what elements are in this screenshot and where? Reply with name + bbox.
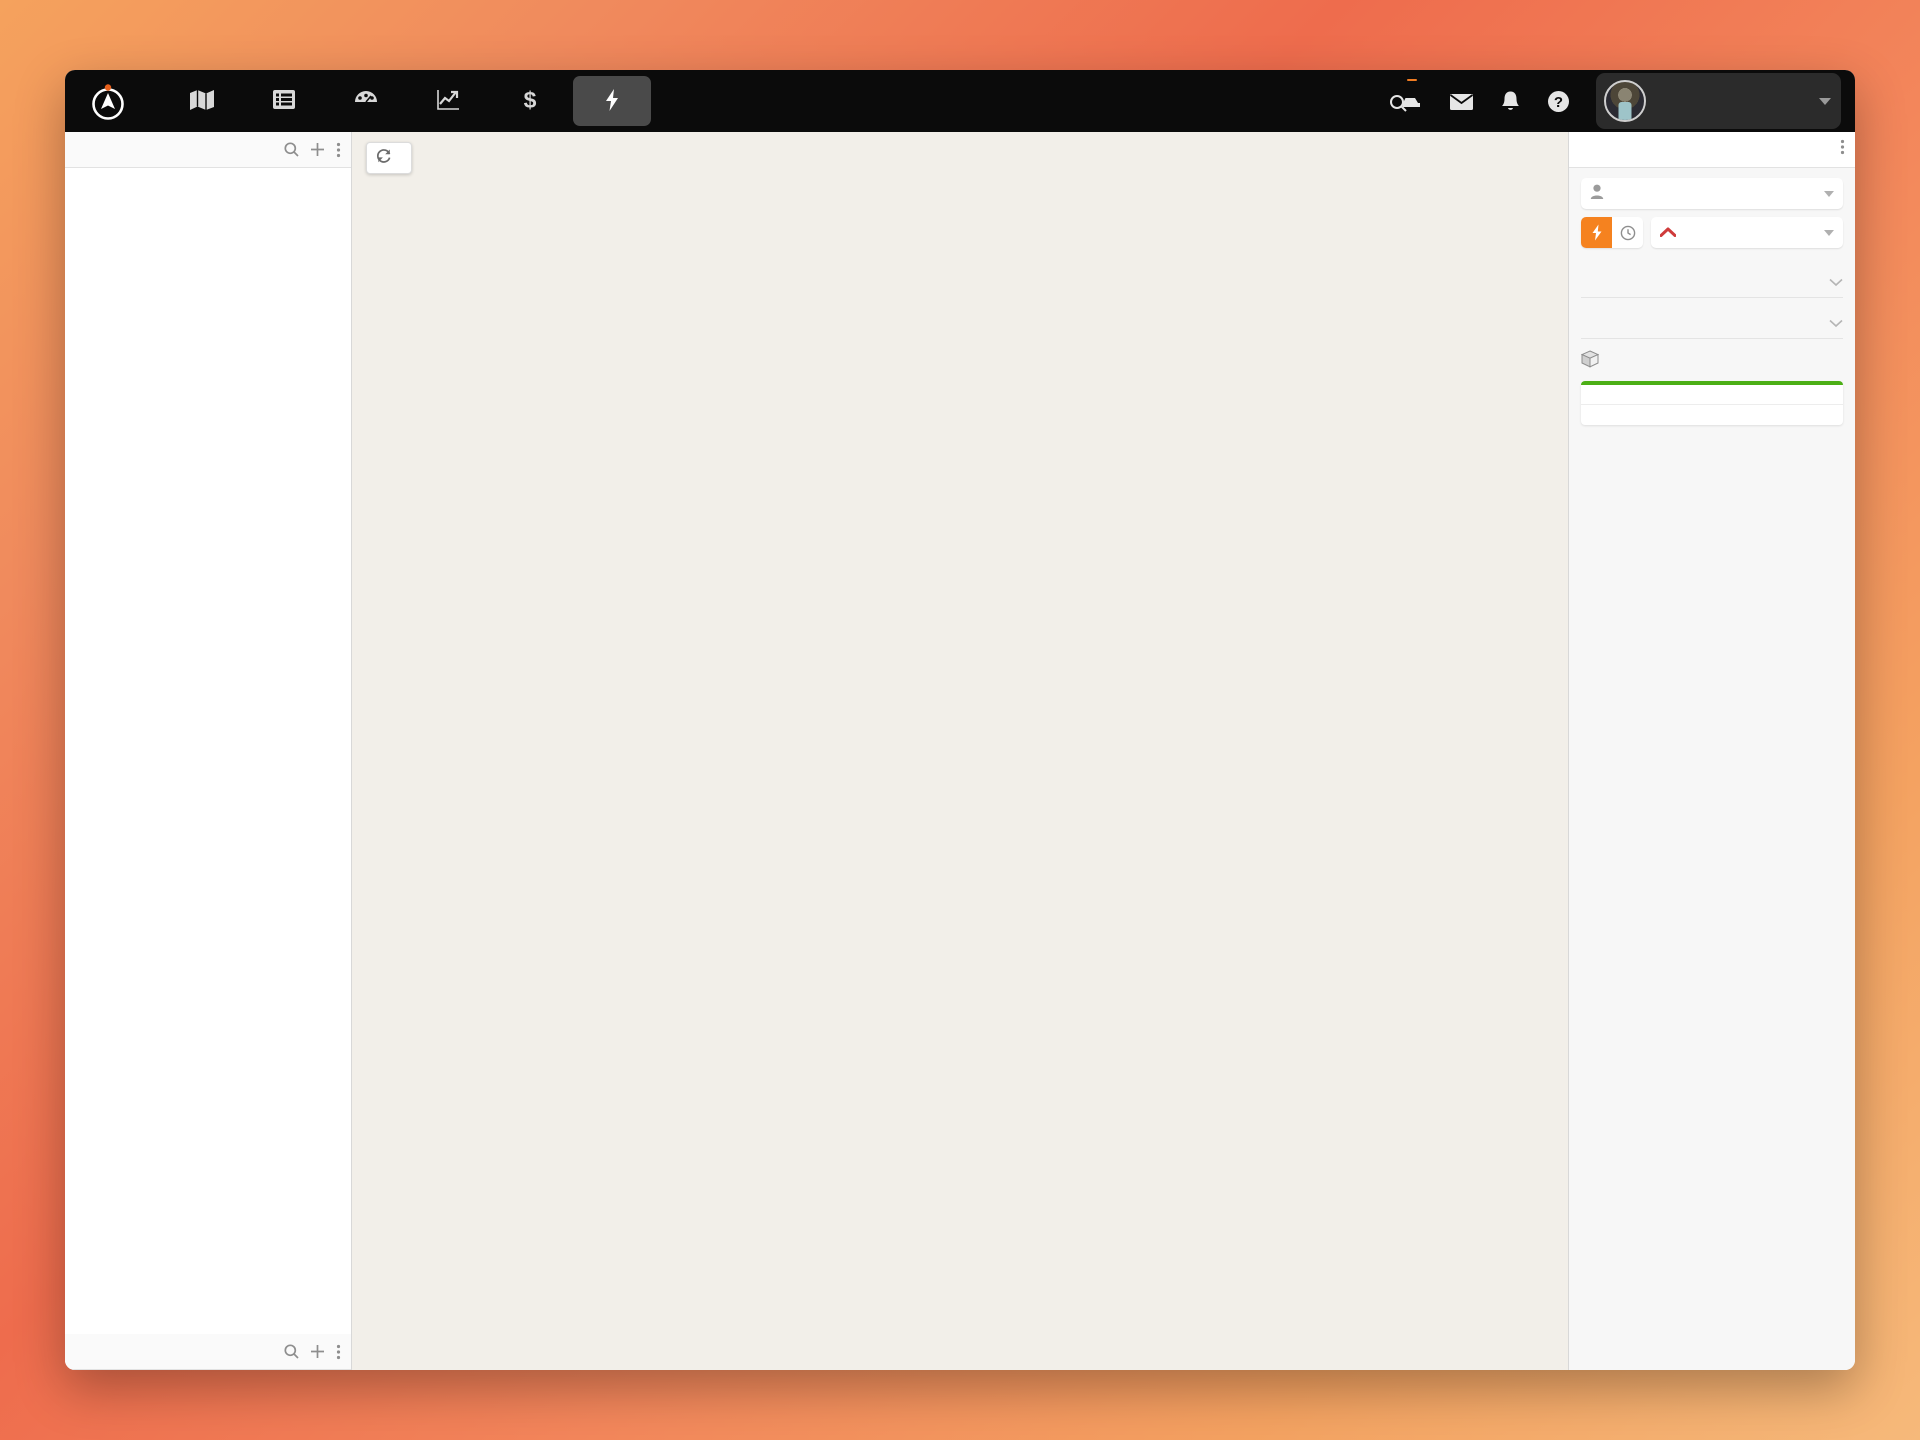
nav-item-mifleet[interactable]: $ [491, 76, 569, 126]
drivers-panel-header [65, 1334, 351, 1370]
nav-right-group: ? [1389, 70, 1855, 132]
chevron-down-icon[interactable] [1829, 274, 1843, 292]
mode-and-priority-row [1581, 217, 1843, 248]
item-group-header [1580, 350, 1843, 373]
chevron-down-icon[interactable] [1824, 190, 1834, 197]
dollar-icon: $ [521, 88, 539, 112]
nav-item-dashboard[interactable] [327, 76, 405, 126]
list-icon [272, 88, 296, 112]
item-card-top [1581, 385, 1843, 405]
jobs-panel-header [65, 132, 351, 168]
person-icon [1590, 184, 1604, 204]
detail-body [1569, 168, 1855, 1370]
mode-toggle-group [1581, 217, 1643, 248]
job-detail-panel [1568, 132, 1855, 1370]
nav-item-reports[interactable] [409, 76, 487, 126]
jobs-search-icon[interactable] [284, 142, 299, 157]
priority-up-icon [1659, 224, 1677, 242]
dashboard-icon [353, 88, 379, 112]
items-section-header[interactable] [1581, 315, 1843, 339]
refresh-button[interactable] [366, 142, 412, 174]
package-icon [1580, 350, 1600, 373]
notification-badge [1407, 79, 1417, 81]
jobs-more-icon[interactable] [336, 142, 341, 158]
drivers-more-icon[interactable] [336, 1344, 341, 1360]
app-window: $ ? [65, 70, 1855, 1370]
bell-icon[interactable] [1500, 90, 1521, 113]
nav-item-map[interactable] [163, 76, 241, 126]
driver-select[interactable] [1581, 178, 1843, 209]
mode-clock-button[interactable] [1612, 217, 1643, 248]
chevron-down-icon[interactable] [1819, 97, 1831, 105]
detail-more-icon[interactable] [1840, 139, 1845, 160]
brand-logo[interactable] [65, 70, 153, 132]
main-body [65, 132, 1855, 1370]
vehicle-search-icon[interactable] [1389, 79, 1423, 112]
reports-icon [436, 88, 460, 112]
mail-icon[interactable] [1449, 92, 1474, 111]
avatar [1604, 80, 1646, 122]
user-account-chip[interactable] [1596, 73, 1841, 129]
map-canvas [352, 132, 1568, 1370]
svg-text:$: $ [524, 88, 537, 112]
drivers-add-icon[interactable] [310, 1344, 325, 1359]
jobs-list[interactable] [65, 168, 351, 1334]
left-panel [65, 132, 352, 1370]
jobs-add-icon[interactable] [310, 142, 325, 157]
item-card-checks [1581, 405, 1843, 425]
cartrack-logo-icon [89, 82, 127, 120]
chevron-down-icon[interactable] [1829, 315, 1843, 333]
map-view[interactable] [352, 132, 1568, 1370]
map-icon [189, 88, 215, 112]
refresh-icon [376, 148, 392, 168]
detail-header [1569, 132, 1855, 168]
svg-text:?: ? [1554, 94, 1563, 111]
nav-item-delivery[interactable] [573, 76, 651, 126]
mode-bolt-button[interactable] [1581, 217, 1612, 248]
nav-item-list[interactable] [245, 76, 323, 126]
help-icon[interactable]: ? [1547, 90, 1570, 113]
nav-items: $ [161, 70, 653, 132]
stops-section-header[interactable] [1581, 274, 1843, 298]
item-card[interactable] [1581, 381, 1843, 425]
top-navigation-bar: $ ? [65, 70, 1855, 132]
priority-select[interactable] [1651, 217, 1843, 248]
bolt-icon [603, 88, 621, 112]
chevron-down-icon[interactable] [1824, 229, 1834, 236]
drivers-search-icon[interactable] [284, 1344, 299, 1359]
